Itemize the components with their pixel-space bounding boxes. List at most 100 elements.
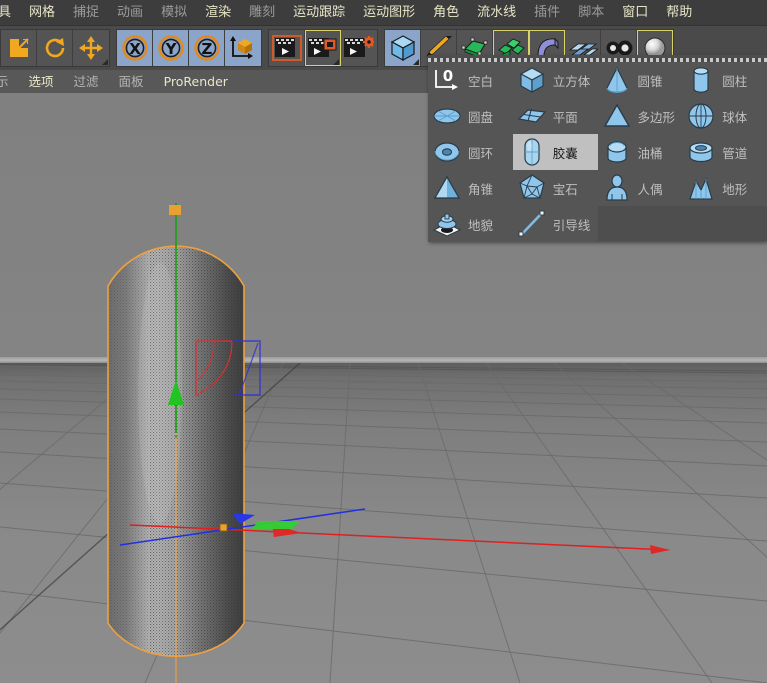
scale-tool[interactable]: [1, 30, 37, 66]
palette-item-cylinder[interactable]: 圆柱: [682, 62, 767, 98]
svg-text:Y: Y: [164, 40, 177, 58]
viewport-menu-1[interactable]: 选项: [19, 71, 64, 93]
viewport-menu-0[interactable]: 示: [0, 71, 19, 93]
palette-item-guide-line[interactable]: 引导线: [512, 206, 598, 242]
menu-item-12[interactable]: 脚本: [569, 0, 613, 25]
palette-item-plane[interactable]: 平面: [512, 98, 598, 134]
gizmo-origin: [219, 523, 228, 532]
coordinate-system-toggle[interactable]: [225, 30, 261, 66]
palette-item-cone[interactable]: 圆锥: [597, 62, 683, 98]
menu-item-9[interactable]: 角色: [424, 0, 468, 25]
render-to-picture-viewer-button[interactable]: [305, 30, 341, 66]
render-settings-button[interactable]: [341, 30, 377, 66]
render-tools: [268, 29, 378, 67]
palette-item-tube[interactable]: 管道: [682, 134, 767, 170]
palette-item-disc[interactable]: 圆盘: [428, 98, 513, 134]
menu-item-10[interactable]: 流水线: [468, 0, 525, 25]
empty-icon: [601, 208, 633, 240]
menu-item-1[interactable]: 网格: [20, 0, 64, 25]
palette-item-label: 平面: [552, 109, 578, 125]
submenu-corner-icon[interactable]: [413, 59, 419, 65]
svg-text:X: X: [129, 40, 141, 58]
palette-item-label: 多边形: [637, 109, 676, 125]
figure-icon: [601, 172, 633, 204]
submenu-corner-icon[interactable]: [102, 59, 108, 65]
disc-icon: [431, 100, 463, 132]
palette-item-capsule[interactable]: 胶囊: [512, 134, 598, 170]
axis-x-icon: X: [121, 34, 149, 62]
platonic-icon: [516, 172, 548, 204]
cube-primitive-icon: [389, 34, 417, 62]
menu-item-2[interactable]: 捕捉: [64, 0, 108, 25]
palette-item-polygon[interactable]: 多边形: [597, 98, 683, 134]
transform-tools: [0, 29, 110, 67]
lock-z-axis[interactable]: Z: [189, 30, 225, 66]
submenu-corner-icon[interactable]: [333, 59, 339, 65]
render-picture-viewer-icon: [307, 35, 338, 61]
palette-column-0: 0 空白 圆盘 圆环 角锥 地貌: [428, 62, 513, 244]
palette-item-label: 立方体: [552, 73, 591, 89]
menu-item-0[interactable]: 具: [0, 0, 20, 25]
palette-column-1: 立方体 平面 胶囊 宝石 引导线: [512, 62, 598, 244]
lock-x-axis[interactable]: X: [117, 30, 153, 66]
palette-item-torus[interactable]: 圆环: [428, 134, 513, 170]
palette-item-pyramid[interactable]: 角锥: [428, 170, 513, 206]
move-icon: [78, 35, 104, 61]
capsule-object: [107, 211, 245, 683]
viewport-menu-2[interactable]: 过滤: [64, 71, 109, 93]
palette-item-null-object[interactable]: 0 空白: [428, 62, 513, 98]
palette-item-sphere[interactable]: 球体: [682, 98, 767, 134]
axis-z-icon: Z: [193, 34, 221, 62]
viewport-menu-4[interactable]: ProRender: [154, 71, 238, 93]
move-tool[interactable]: [73, 30, 109, 66]
menu-item-11[interactable]: 插件: [525, 0, 569, 25]
palette-item-label: 圆环: [468, 145, 494, 161]
oil-tank-icon: [601, 136, 633, 168]
torus-icon: [431, 136, 463, 168]
palette-item-platonic[interactable]: 宝石: [512, 170, 598, 206]
cone-icon: [601, 64, 633, 96]
palette-item-label: 胶囊: [552, 145, 578, 161]
cube-icon: [516, 64, 548, 96]
landscape-icon: [431, 208, 463, 240]
menu-item-6[interactable]: 雕刻: [240, 0, 284, 25]
lock-y-axis[interactable]: Y: [153, 30, 189, 66]
capsule-icon: [516, 136, 548, 168]
palette-item-label: 球体: [722, 109, 748, 125]
menu-item-8[interactable]: 运动图形: [354, 0, 424, 25]
menu-item-3[interactable]: 动画: [108, 0, 152, 25]
palette-item-terrain[interactable]: 地形: [682, 170, 767, 206]
polygon-icon: [601, 100, 633, 132]
menu-item-13[interactable]: 窗口: [613, 0, 657, 25]
tube-icon: [685, 136, 717, 168]
palette-item-label: 引导线: [552, 217, 591, 233]
primitive-palette-popup[interactable]: 0 空白 圆盘 圆环 角锥 地貌 立方体 平面 胶囊 宝石 引导线 圆锥 多边形…: [428, 55, 767, 244]
menu-item-4[interactable]: 模拟: [152, 0, 196, 25]
palette-column-2: 圆锥 多边形 油桶 人偶: [597, 62, 683, 244]
render-view-button[interactable]: [269, 30, 305, 66]
viewport-menu-3[interactable]: 面板: [109, 71, 154, 93]
xz-plane-handle: [252, 521, 300, 529]
y-axis-handle: [169, 205, 181, 215]
svg-text:Z: Z: [201, 40, 212, 58]
rotate-tool[interactable]: [37, 30, 73, 66]
empty-icon: [685, 208, 717, 240]
palette-item-label: 宝石: [552, 181, 578, 197]
palette-item-landscape[interactable]: 地貌: [428, 206, 513, 242]
rotate-icon: [42, 35, 68, 61]
palette-item-label: 圆柱: [722, 73, 748, 89]
palette-item-oil-tank[interactable]: 油桶: [597, 134, 683, 170]
menu-item-7[interactable]: 运动跟踪: [284, 0, 354, 25]
terrain-icon: [685, 172, 717, 204]
cinema4d-window: 具网格 捕捉 动画 模拟 渲染 雕刻 运动跟踪 运动图形 角色 流水线 插件 脚本 窗口 帮助 X Y Z: [0, 0, 767, 683]
menu-item-5[interactable]: 渲染: [196, 0, 240, 25]
palette-item-cube[interactable]: 立方体: [512, 62, 598, 98]
axis-lock: X Y Z: [116, 29, 262, 67]
menu-item-14[interactable]: 帮助: [657, 0, 701, 25]
palette-column-3: 圆柱 球体 管道 地形: [682, 62, 767, 244]
cylinder-icon: [685, 64, 717, 96]
add-primitive-button[interactable]: [385, 30, 421, 66]
palette-item-label: 油桶: [637, 145, 663, 161]
palette-item-figure[interactable]: 人偶: [597, 170, 683, 206]
palette-item-label: 空白: [468, 73, 494, 89]
